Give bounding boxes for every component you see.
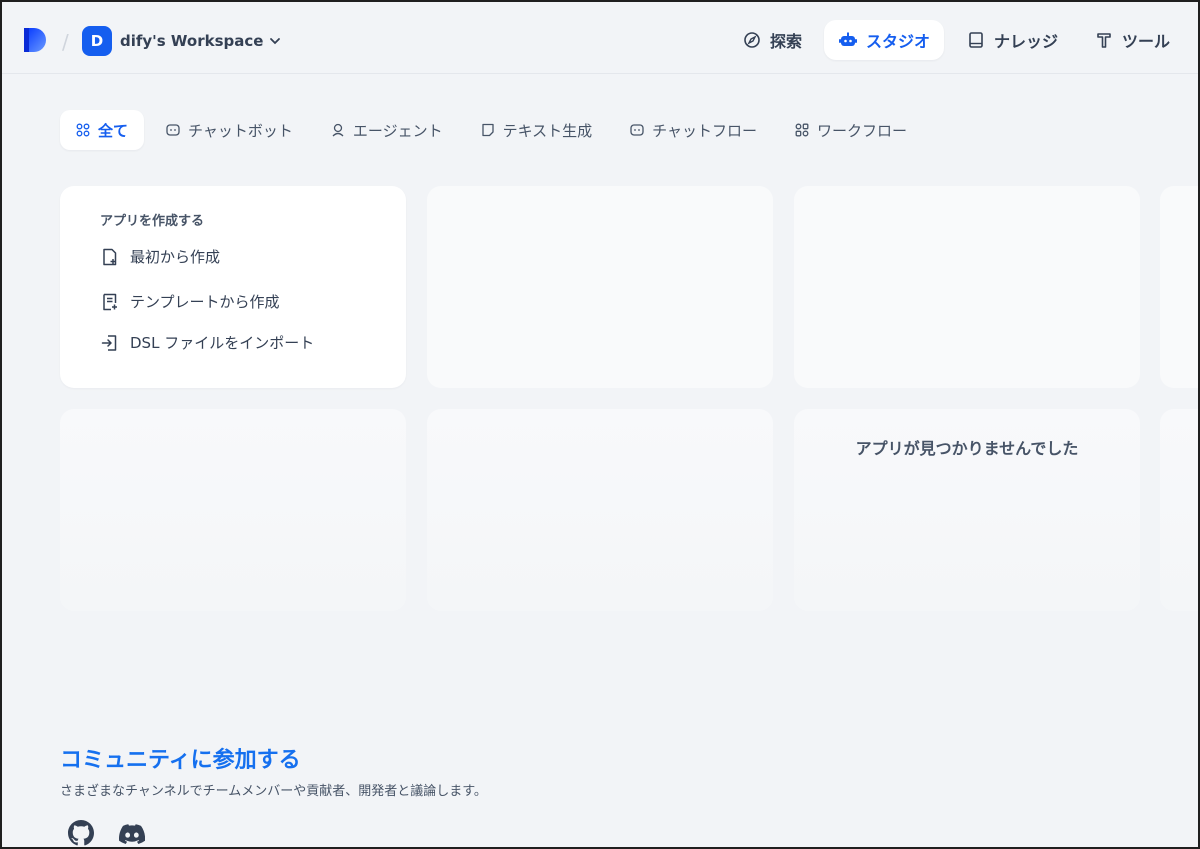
nav-explore[interactable]: 探索: [728, 20, 816, 60]
nav-tools-label: ツール: [1121, 32, 1170, 51]
tool-icon: [1097, 33, 1111, 48]
workspace-avatar[interactable]: D: [82, 26, 112, 56]
import-dsl-file-label: DSL ファイルをインポート: [130, 334, 315, 352]
app-window: / D dify's Workspace 探索 スタジオ ナレッジ ツール 全て…: [0, 0, 1200, 849]
tab-chatflow-label: チャットフロー: [652, 121, 757, 140]
breadcrumb-separator: /: [62, 30, 69, 54]
community-title: コミュニティに参加する: [60, 748, 301, 773]
agent-icon: [332, 123, 344, 137]
tab-workflow-label: ワークフロー: [817, 121, 908, 140]
book-icon: [969, 32, 983, 48]
tab-workflow[interactable]: ワークフロー: [779, 110, 923, 150]
workflow-icon: [795, 123, 809, 137]
nav-studio[interactable]: スタジオ: [823, 20, 944, 60]
workspace-switcher[interactable]: dify's Workspace: [120, 32, 281, 50]
top-header: / D dify's Workspace 探索 スタジオ ナレッジ ツール: [2, 2, 1198, 74]
template-icon: [103, 293, 117, 310]
create-app-title: アプリを作成する: [100, 214, 205, 229]
grid-icon: [76, 123, 90, 137]
document-icon: [481, 123, 494, 137]
create-app-card: アプリを作成する 最初から作成 テンプレートから作成 DSL ファイルをインポー…: [60, 186, 406, 388]
import-icon: [101, 334, 117, 351]
app-type-tabs: 全て チャットボット エージェント テキスト生成 チャットフロー ワークフロー: [60, 110, 923, 150]
community-description: さまざまなチャンネルでチームメンバーや貢献者、開発者と議論します。: [60, 784, 487, 799]
app-placeholder-card: [427, 409, 773, 611]
chevron-down-icon: [270, 38, 281, 45]
nav-knowledge[interactable]: ナレッジ: [952, 20, 1072, 60]
create-from-blank[interactable]: 最初から作成: [100, 246, 220, 267]
tab-text-generation[interactable]: テキスト生成: [465, 110, 609, 150]
tab-agent-label: エージェント: [352, 121, 443, 140]
main-nav: 探索 スタジオ ナレッジ ツール: [728, 20, 1184, 60]
chat-bubble-icon: [166, 124, 180, 136]
workspace-name: dify's Workspace: [120, 32, 264, 50]
create-from-blank-label: 最初から作成: [130, 248, 221, 266]
import-dsl-file[interactable]: DSL ファイルをインポート: [100, 332, 314, 353]
dify-logo[interactable]: [22, 26, 48, 54]
nav-knowledge-label: ナレッジ: [993, 32, 1058, 51]
app-placeholder-card: [1160, 409, 1198, 611]
app-placeholder-card: [427, 186, 773, 388]
empty-state-message: アプリが見つかりませんでした: [855, 439, 1079, 458]
tab-agent[interactable]: エージェント: [315, 110, 459, 150]
create-from-template-label: テンプレートから作成: [130, 293, 280, 311]
app-placeholder-card: [1160, 186, 1198, 388]
nav-explore-label: 探索: [769, 32, 802, 51]
app-placeholder-card: [60, 409, 406, 611]
tab-all[interactable]: 全て: [60, 110, 145, 150]
tab-text-generation-label: テキスト生成: [502, 121, 593, 140]
tab-chatbot[interactable]: チャットボット: [150, 110, 309, 150]
nav-tools[interactable]: ツール: [1080, 20, 1184, 60]
app-placeholder-card: アプリが見つかりませんでした: [794, 409, 1140, 611]
tab-chatbot-label: チャットボット: [188, 121, 293, 140]
app-placeholder-card: [794, 186, 1140, 388]
robot-icon: [838, 32, 857, 46]
discord-icon[interactable]: [119, 824, 145, 844]
chat-bubble-icon: [630, 124, 644, 136]
file-plus-icon: [103, 248, 117, 265]
tab-all-label: 全て: [98, 121, 129, 140]
compass-icon: [744, 32, 760, 48]
create-from-template[interactable]: テンプレートから作成: [100, 291, 280, 312]
github-icon[interactable]: [68, 820, 94, 846]
nav-studio-label: スタジオ: [865, 32, 930, 51]
tab-chatflow[interactable]: チャットフロー: [614, 110, 773, 150]
